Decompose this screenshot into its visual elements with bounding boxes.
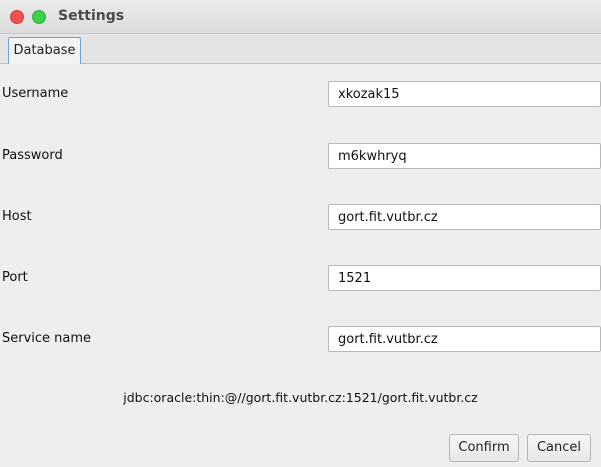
port-label: Port <box>2 270 28 285</box>
username-label: Username <box>2 86 69 101</box>
close-window-icon[interactable] <box>10 10 24 24</box>
settings-window: Settings Database Username Password Host… <box>0 0 601 467</box>
tab-database[interactable]: Database <box>8 37 81 65</box>
confirm-button[interactable]: Confirm <box>449 434 519 462</box>
host-field[interactable] <box>328 204 601 230</box>
password-label: Password <box>2 148 63 163</box>
connection-string-preview: jdbc:oracle:thin:@//gort.fit.vutbr.cz:15… <box>123 390 478 405</box>
username-field[interactable] <box>328 81 601 107</box>
service-name-field[interactable] <box>328 326 601 352</box>
password-field[interactable] <box>328 143 601 169</box>
database-settings-panel: Username Password Host Port Service name… <box>0 64 601 467</box>
tab-strip: Database <box>0 34 601 65</box>
title-bar[interactable]: Settings <box>0 0 601 34</box>
maximize-window-icon[interactable] <box>32 10 46 24</box>
cancel-button[interactable]: Cancel <box>527 434 591 462</box>
service-name-label: Service name <box>2 331 92 346</box>
window-title: Settings <box>58 8 125 24</box>
port-field[interactable] <box>328 265 601 291</box>
host-label: Host <box>2 209 32 224</box>
